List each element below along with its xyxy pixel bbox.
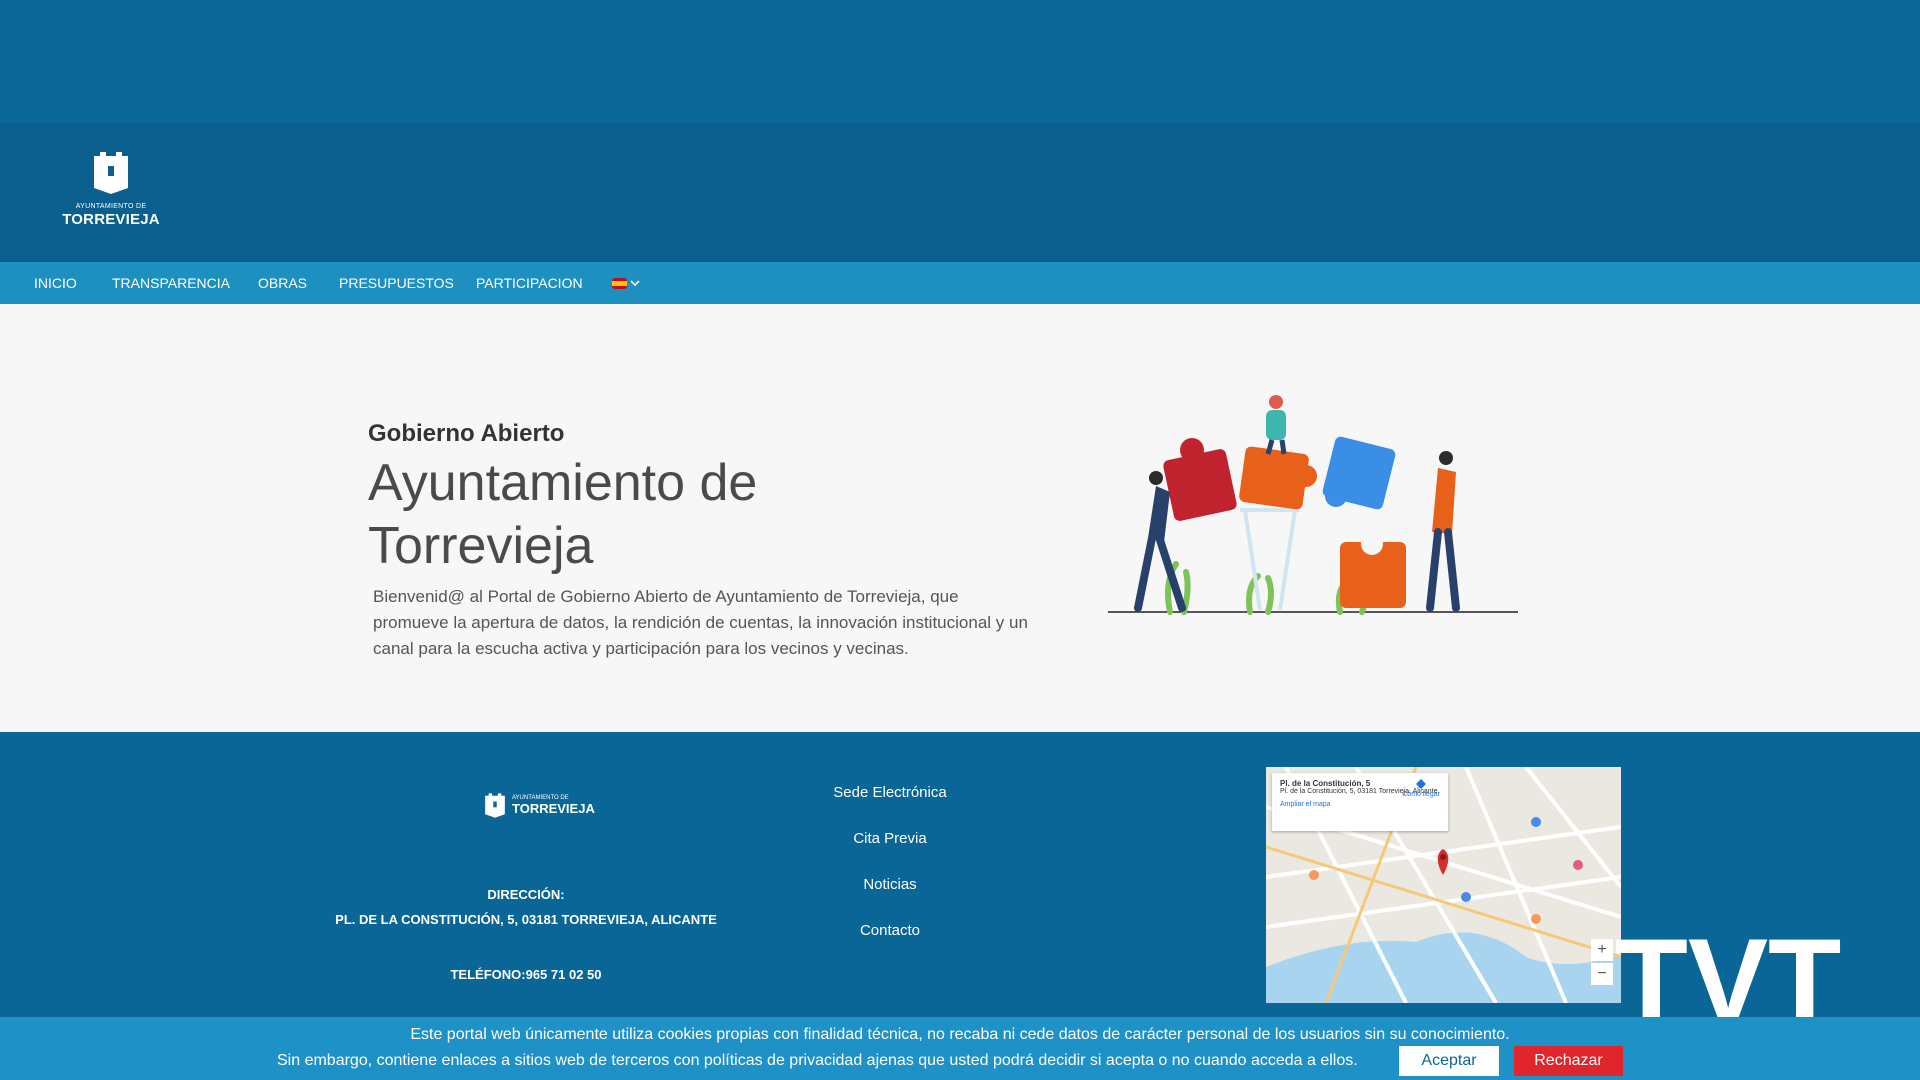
footer-logo-big: TORREVIEJA: [512, 800, 595, 816]
nav-item-inicio[interactable]: INICIO: [34, 262, 77, 304]
footer-logo[interactable]: AYUNTAMIENTO DE TORREVIEJA: [484, 792, 595, 818]
footer-address: DIRECCIÓN: PL. DE LA CONSTITUCIÓN, 5, 03…: [300, 882, 752, 932]
hero-kicker: Gobierno Abierto: [368, 420, 565, 447]
footer-link-cita[interactable]: Cita Previa: [780, 830, 1000, 847]
directions-icon: [1416, 779, 1427, 789]
tvt-watermark-text: TVT: [1615, 916, 1842, 1032]
address-label: DIRECCIÓN:: [487, 887, 565, 902]
map-directions-label: Cómo llegar: [1402, 791, 1440, 798]
language-selector[interactable]: [612, 262, 640, 304]
footer-link-contacto[interactable]: Contacto: [780, 922, 1000, 939]
map-place-card: Pl. de la Constitución, 5 Pl. de la Cons…: [1272, 773, 1448, 831]
nav-item-transparencia[interactable]: TRANSPARENCIA: [112, 262, 230, 304]
puzzle-team-illustration: [1108, 395, 1518, 615]
chevron-down-icon: [630, 280, 640, 287]
nav-item-presupuestos[interactable]: PRESUPUESTOS: [339, 262, 454, 304]
top-band: [0, 0, 1920, 123]
nav-item-participacion[interactable]: PARTICIPACION: [476, 262, 583, 304]
tower-icon: [94, 152, 128, 194]
tower-icon: [485, 793, 505, 818]
logo-big-text: TORREVIEJA: [62, 211, 160, 228]
cookie-text-line2: Sin embargo, contiene enlaces a sitios w…: [277, 1052, 1358, 1069]
logo-small-text: AYUNTAMIENTO DE: [75, 203, 147, 210]
page-title: Ayuntamiento de Torrevieja: [368, 454, 758, 575]
address-value: PL. DE LA CONSTITUCIÓN, 5, 03181 TORREVI…: [335, 912, 717, 927]
hero-section: Gobierno Abierto Ayuntamiento de Torrevi…: [0, 304, 1920, 732]
tvt-watermark-logo: TVT: [1602, 914, 1854, 1048]
site-header: [0, 123, 1920, 262]
nav-item-obras[interactable]: OBRAS: [258, 262, 307, 304]
tvt-watermark: TVT: [1615, 914, 1842, 1048]
accept-cookies-button[interactable]: Aceptar: [1399, 1046, 1499, 1076]
main-nav: INICIO TRANSPARENCIA OBRAS PRESUPUESTOS …: [0, 262, 1920, 304]
cookie-banner: Este portal web únicamente utiliza cooki…: [0, 1017, 1920, 1080]
map-directions[interactable]: Cómo llegar: [1402, 779, 1440, 798]
cookie-text-line1: Este portal web únicamente utiliza cooki…: [410, 1026, 1510, 1043]
footer-link-sede[interactable]: Sede Electrónica: [780, 784, 1000, 801]
map-enlarge-link[interactable]: Ampliar el mapa: [1280, 801, 1440, 808]
embedded-map[interactable]: Pl. de la Constitución, 5 Pl. de la Cons…: [1266, 767, 1621, 1003]
hero-description: Bienvenid@ al Portal de Gobierno Abierto…: [373, 587, 1028, 658]
footer-link-noticias[interactable]: Noticias: [780, 876, 1000, 893]
footer-phone: TELÉFONO:965 71 02 50: [450, 967, 602, 982]
torrevieja-logo[interactable]: AYUNTAMIENTO DE TORREVIEJA: [58, 150, 164, 234]
spain-flag-icon: [612, 277, 627, 289]
reject-cookies-button[interactable]: Rechazar: [1514, 1046, 1623, 1076]
